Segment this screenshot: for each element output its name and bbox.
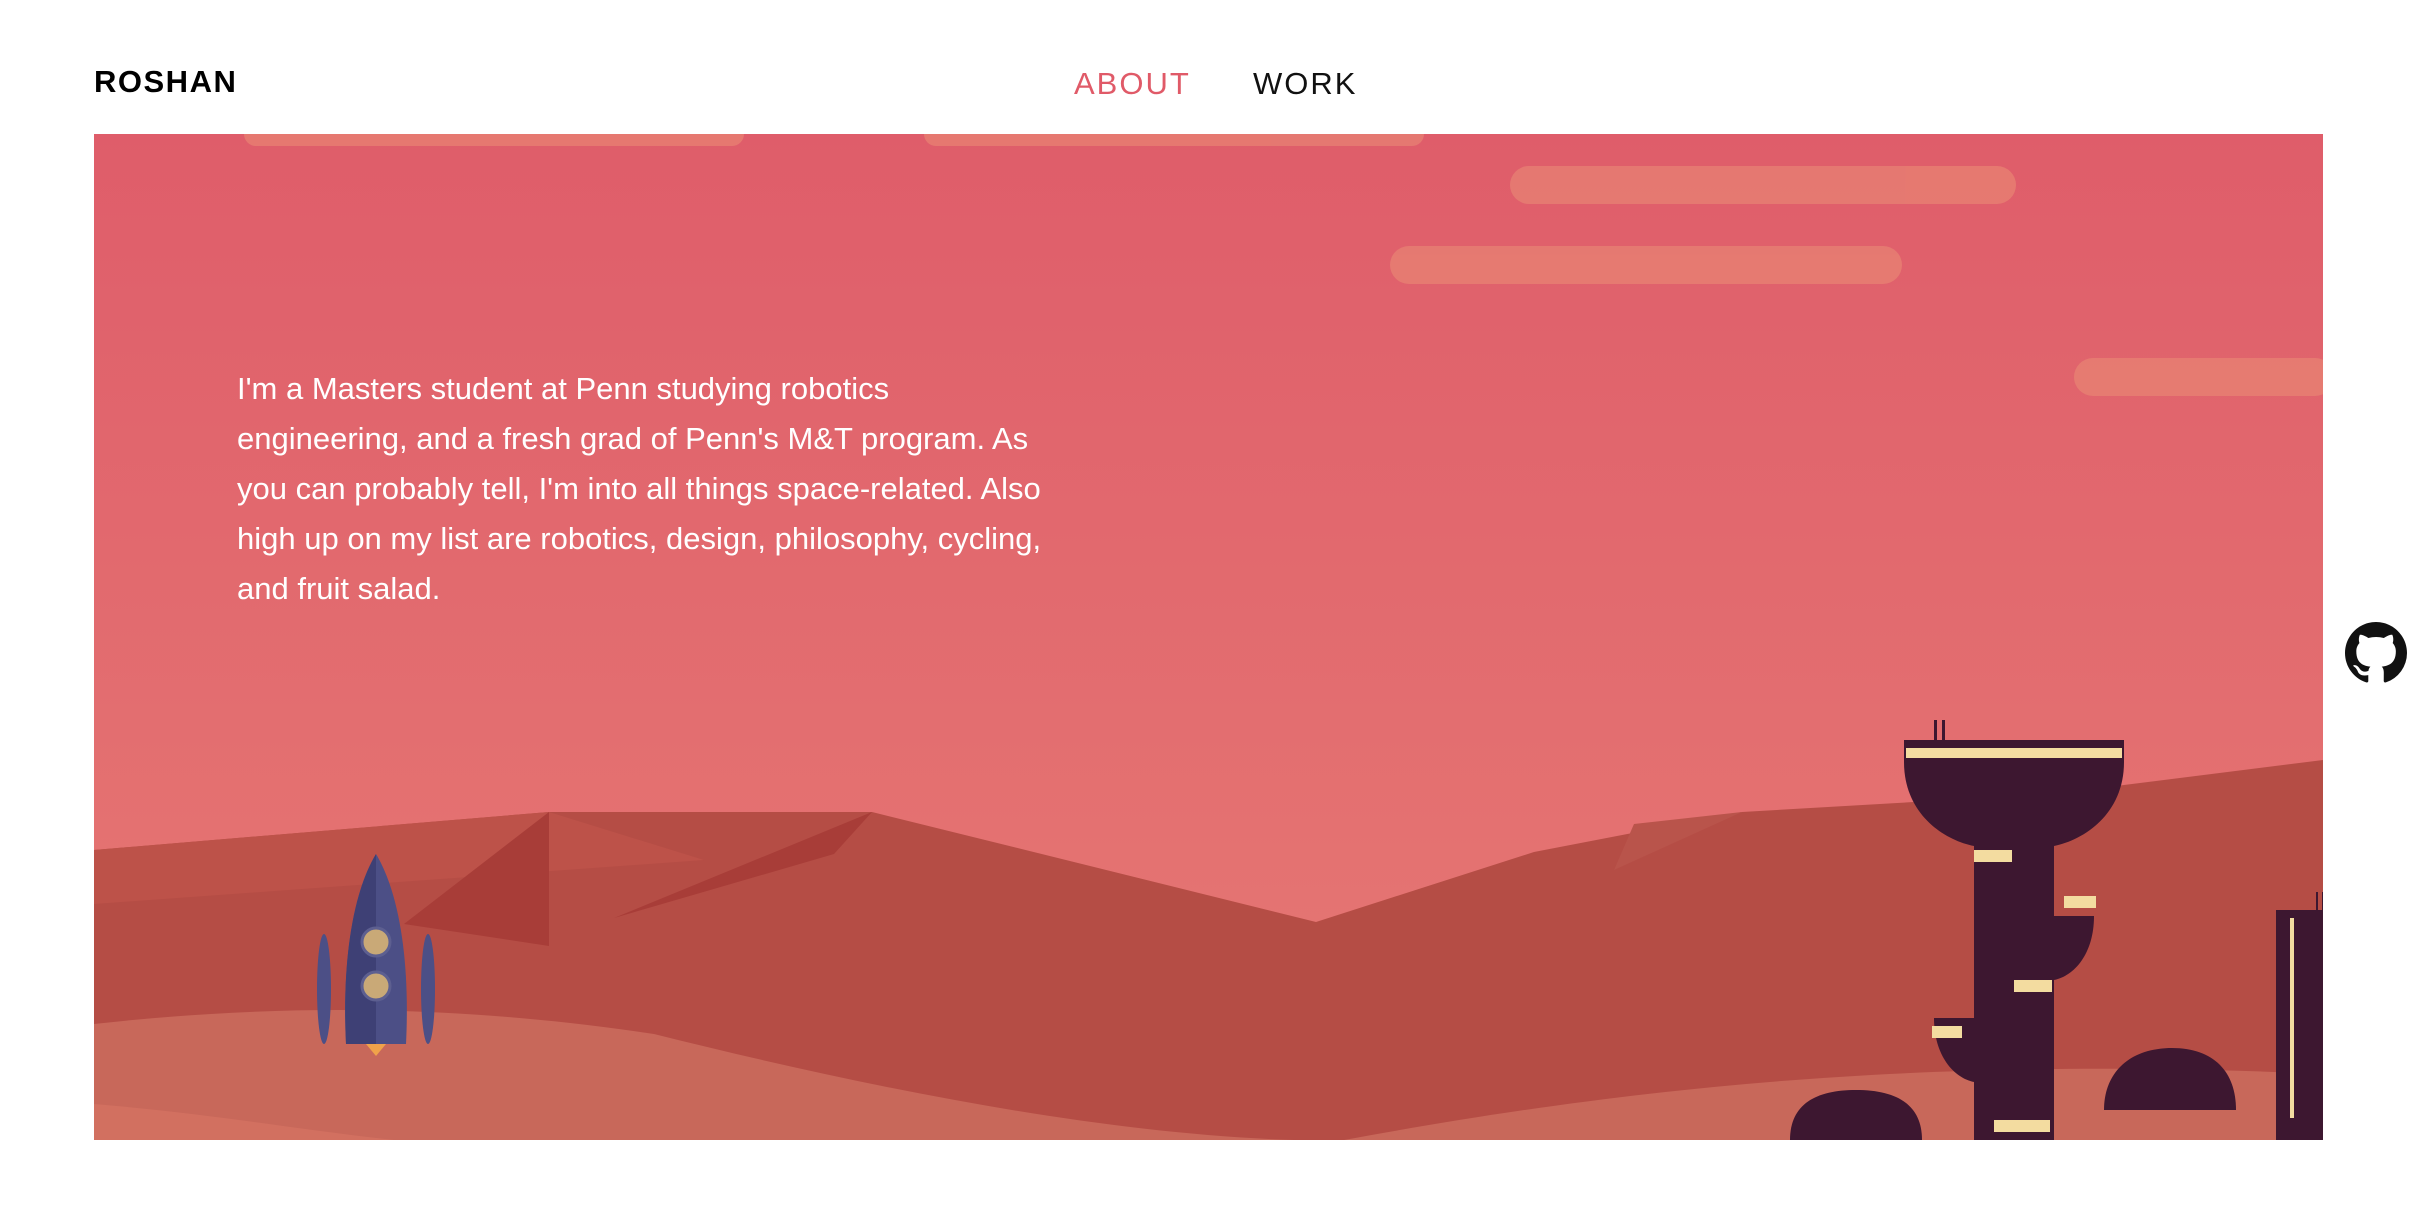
- main-nav: ABOUT WORK: [0, 66, 2416, 106]
- nav-about[interactable]: ABOUT: [1074, 66, 1191, 102]
- nav-work[interactable]: WORK: [1253, 66, 1357, 102]
- mars-landscape-illustration: [94, 134, 2323, 1140]
- github-link[interactable]: [2345, 622, 2407, 684]
- intro-text: I'm a Masters student at Penn studying r…: [237, 371, 1042, 606]
- hero-banner: I'm a Masters student at Penn studying r…: [94, 134, 2323, 1140]
- github-icon: [2345, 622, 2407, 683]
